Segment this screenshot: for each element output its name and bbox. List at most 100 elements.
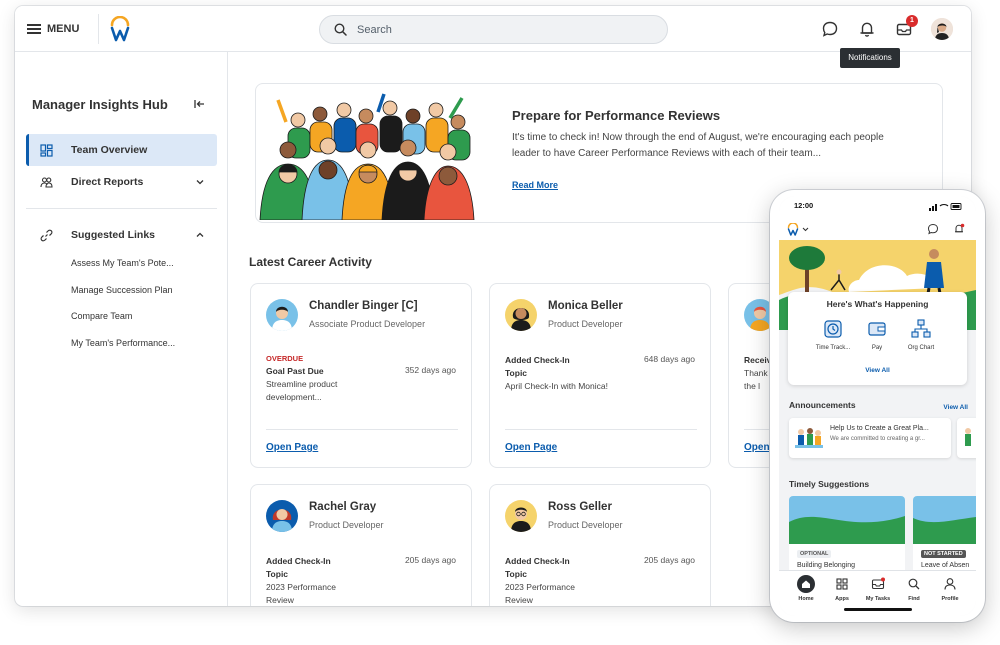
menu-button[interactable]: MENU (27, 18, 79, 40)
nav-apps[interactable]: Apps (825, 575, 859, 602)
wave-illustration (913, 496, 976, 544)
phone-home-indicator (844, 608, 912, 611)
sidebar-item-label: Direct Reports (71, 176, 144, 188)
stage: MENU Search 1 Notifications Manager Insi… (0, 0, 1000, 645)
app-label: Time Track... (815, 345, 851, 351)
card-divider (266, 429, 458, 430)
link-icon (40, 229, 53, 241)
org-chart-icon (911, 319, 931, 338)
team-illustration-icon (793, 424, 825, 452)
chevron-up-icon[interactable] (195, 230, 205, 240)
chat-icon[interactable] (821, 20, 839, 38)
bell-icon[interactable] (953, 223, 965, 235)
signal-battery-icon (929, 203, 962, 211)
sidebar-item-label: Team Overview (71, 144, 148, 156)
search-input[interactable] (357, 23, 637, 36)
sidebar-divider (26, 208, 217, 209)
activity-label: Receiv (744, 355, 772, 365)
person-avatar-icon (266, 299, 298, 331)
suggested-link-succession[interactable]: Manage Succession Plan (71, 285, 173, 295)
search-icon (908, 578, 920, 590)
sidebar-title: Manager Insights Hub (32, 97, 168, 112)
nav-home[interactable]: Home (789, 575, 823, 602)
apps-grid-icon (836, 578, 848, 590)
phone-status-bar: 12:00 (779, 196, 976, 218)
profile-icon (944, 578, 956, 590)
dashboard-icon (40, 143, 53, 157)
avatar (505, 299, 537, 331)
phone-screen: 12:00 Here's What's Happening Time Track… (779, 196, 976, 616)
avatar (266, 299, 298, 331)
chevron-down-icon[interactable] (802, 226, 809, 233)
person-name: Ross Geller (548, 501, 612, 513)
avatar (266, 500, 298, 532)
avatar (505, 500, 537, 532)
promo-body: It's time to check in! Now through the e… (512, 132, 884, 159)
nav-profile[interactable]: Profile (933, 575, 967, 602)
topbar-divider (98, 14, 99, 44)
open-page-link[interactable]: Open (744, 442, 770, 453)
person-avatar-icon (505, 500, 537, 532)
suggestion-card-building-belonging[interactable]: OPTIONAL Building Belonging (789, 496, 905, 576)
nav-label: Home (798, 596, 814, 602)
person-role: Associate Product Developer (309, 319, 426, 329)
nav-label: Profile (941, 596, 959, 602)
app-org-chart[interactable]: Org Chart (896, 318, 946, 351)
user-portrait-icon (931, 18, 953, 40)
status-badge: OPTIONAL (797, 550, 832, 558)
happening-title: Here's What's Happening (826, 299, 929, 309)
activity-time: 205 days ago (643, 555, 695, 565)
promo-title: Prepare for Performance Reviews (512, 108, 721, 123)
chat-icon[interactable] (927, 223, 939, 235)
nav-label: Apps (835, 596, 849, 602)
open-page-link[interactable]: Open Page (505, 442, 557, 453)
activity-time: 352 days ago (404, 365, 456, 375)
suggestions-title: Timely Suggestions (789, 479, 870, 489)
nav-label: My Tasks (865, 596, 891, 602)
person-role: Product Developer (548, 520, 623, 530)
sidebar: Manager Insights Hub Team Overview Direc… (15, 52, 228, 606)
hamburger-icon (27, 24, 41, 34)
workday-logo-icon[interactable] (109, 16, 131, 42)
app-label: Pay (871, 345, 883, 351)
person-avatar-icon (505, 299, 537, 331)
sidebar-item-suggested-links[interactable]: Suggested Links (26, 219, 217, 251)
bell-icon[interactable] (858, 20, 876, 38)
suggested-link-compare[interactable]: Compare Team (71, 311, 132, 321)
suggestion-card-leave[interactable]: NOT STARTED Leave of Absen (913, 496, 976, 576)
top-bar: MENU Search 1 (15, 6, 971, 52)
announcement-card[interactable]: Help Us to Create a Great Pla... We are … (789, 418, 951, 458)
collapse-sidebar-icon[interactable] (193, 98, 205, 110)
read-more-link[interactable]: Read More (512, 180, 558, 190)
section-title: Latest Career Activity (249, 255, 372, 269)
activity-time: 205 days ago (404, 555, 456, 565)
activity-desc: 2023 Performance Review (505, 582, 575, 605)
activity-card-rachel: Rachel Gray Product Developer Added Chec… (250, 484, 472, 606)
happening-card: Here's What's Happening Time Track... Pa… (788, 292, 967, 385)
crowd-illustration (259, 93, 475, 220)
nav-find[interactable]: Find (897, 575, 931, 602)
activity-card-monica: Monica Beller Product Developer Added Ch… (489, 283, 711, 468)
activity-label: Added Check-In Topic (505, 355, 570, 378)
user-avatar[interactable] (931, 18, 953, 40)
activity-desc: April Check-In with Monica! (505, 381, 608, 391)
app-time-tracking[interactable]: Time Track... (808, 318, 858, 351)
view-all-link[interactable]: View All (788, 367, 967, 374)
search-bar[interactable] (319, 15, 668, 44)
sidebar-item-team-overview[interactable]: Team Overview (26, 134, 217, 166)
app-pay[interactable]: Pay (852, 318, 902, 351)
phone-time: 12:00 (794, 201, 814, 210)
sidebar-item-direct-reports[interactable]: Direct Reports (26, 166, 217, 198)
inbox-icon (871, 577, 885, 590)
suggestion-name: Leave of Absen (921, 562, 970, 569)
suggested-link-performance[interactable]: My Team's Performance... (71, 338, 175, 348)
workday-logo-icon[interactable] (787, 223, 799, 236)
nav-my-tasks[interactable]: My Tasks (861, 575, 895, 602)
overdue-tag: OVERDUE (266, 354, 304, 363)
open-page-link[interactable]: Open Page (266, 442, 318, 453)
suggested-link-assess[interactable]: Assess My Team's Pote... (71, 258, 174, 268)
phone-app-header (779, 218, 976, 240)
announcement-card-partial[interactable] (957, 418, 976, 458)
chevron-down-icon[interactable] (195, 177, 205, 187)
announcements-view-all-link[interactable]: View All (943, 404, 968, 411)
